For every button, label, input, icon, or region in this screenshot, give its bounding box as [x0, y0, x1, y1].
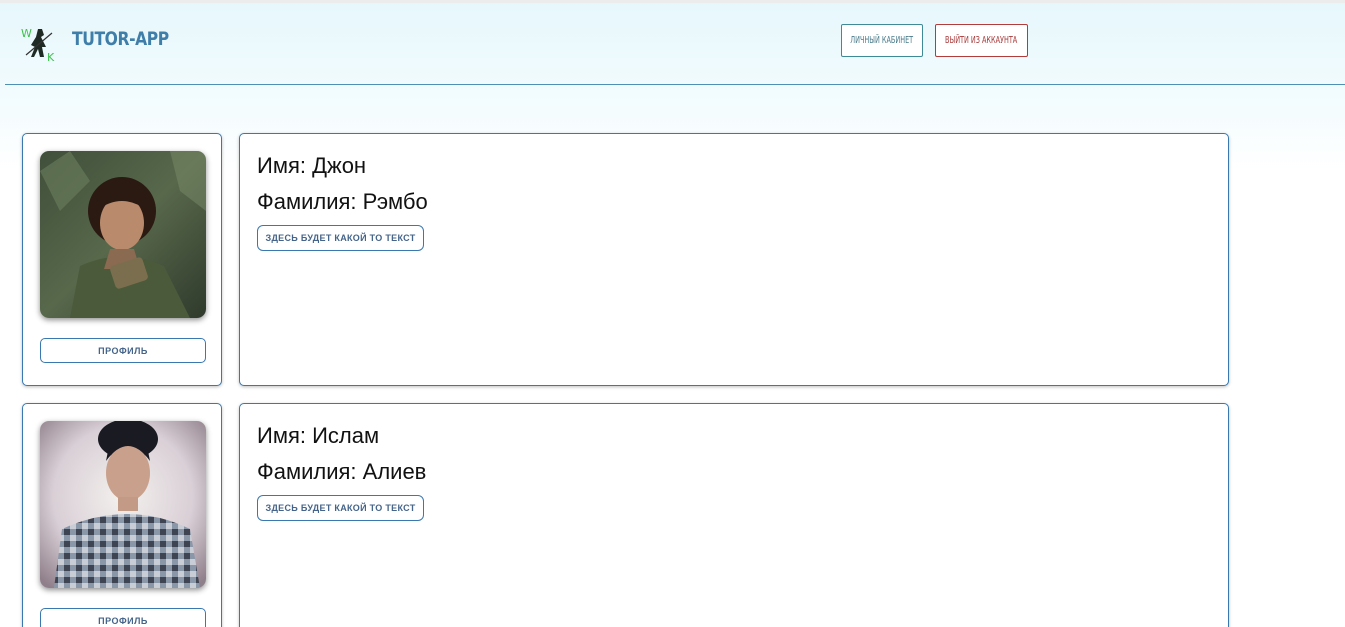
svg-text:K: K	[47, 51, 55, 63]
tutor-last-name: Фамилия: Рэмбо	[257, 189, 428, 214]
tutor-photo	[40, 421, 206, 588]
tutor-photo-card: Профиль	[22, 133, 222, 386]
tutor-info-card: Имя: Джон Фамилия: Рэмбо Здесь будет как…	[239, 133, 1229, 386]
app-header: W K TUTOR-APP Личный кабинет Выйти из ак…	[5, 3, 1345, 85]
profile-button[interactable]: Профиль	[40, 608, 206, 627]
personal-cabinet-button[interactable]: Личный кабинет	[841, 24, 923, 57]
tutor-info-card: Имя: Ислам Фамилия: Алиев Здесь будет ка…	[239, 403, 1229, 627]
app-title[interactable]: TUTOR-APP	[72, 28, 169, 50]
tutor-last-name: Фамилия: Алиев	[257, 459, 427, 484]
tutor-first-name: Имя: Ислам	[257, 423, 380, 448]
logout-label: Выйти из аккаунта	[945, 35, 1018, 46]
tutor-info-button[interactable]: Здесь будет какой то текст	[257, 495, 424, 521]
personal-cabinet-label: Личный кабинет	[850, 35, 914, 46]
svg-text:W: W	[21, 27, 32, 40]
profile-button[interactable]: Профиль	[40, 338, 206, 363]
tutor-first-name: Имя: Джон	[257, 153, 367, 178]
logout-button[interactable]: Выйти из аккаунта	[935, 24, 1028, 57]
logo-icon[interactable]: W K	[20, 25, 60, 64]
tutor-info-button[interactable]: Здесь будет какой то текст	[257, 225, 424, 251]
tutor-photo-card: Профиль	[22, 403, 222, 627]
tutor-photo	[40, 151, 206, 318]
